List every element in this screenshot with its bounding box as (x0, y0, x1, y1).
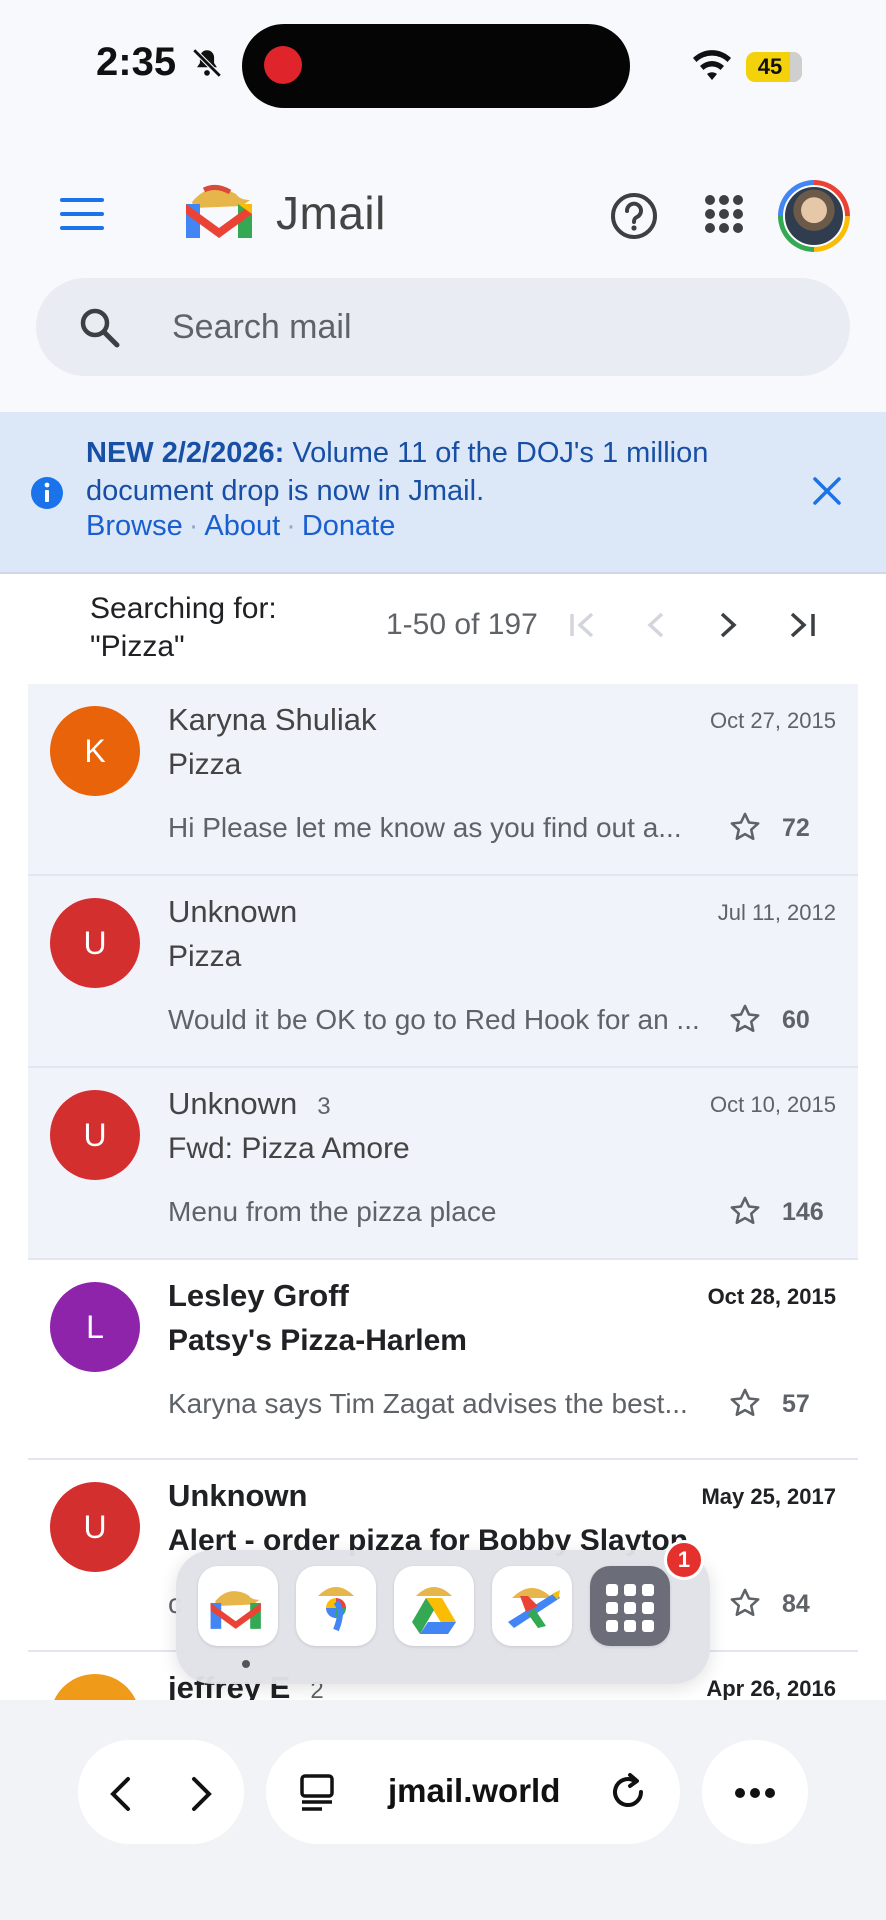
email-number: 60 (782, 1006, 810, 1034)
jflights-app-icon[interactable] (492, 1566, 572, 1646)
google-apps-icon[interactable] (704, 194, 744, 239)
app-grid-icon[interactable] (590, 1566, 670, 1646)
previous-page-icon[interactable] (644, 610, 668, 645)
star-icon[interactable] (728, 810, 762, 849)
banner-message: NEW 2/2/2026: Volume 11 of the DOJ's 1 m… (86, 434, 786, 510)
search-status: Searching for: "Pizza" (90, 590, 277, 666)
sender-avatar: U (50, 898, 140, 988)
sender-name-text: Unknown (168, 1086, 298, 1121)
jphotos-app-icon[interactable] (296, 1566, 376, 1646)
help-icon[interactable] (610, 192, 658, 245)
star-icon[interactable] (728, 1194, 762, 1233)
sender-avatar: K (50, 706, 140, 796)
email-row[interactable]: U Unknown 3 Oct 10, 2015 Fwd: Pizza Amore Men… (28, 1068, 858, 1260)
battery-level: 45 (757, 54, 783, 79)
email-date: Oct 28, 2015 (707, 1284, 836, 1309)
email-date: May 25, 2017 (701, 1484, 836, 1509)
result-range: 1-50 of 197 (386, 608, 538, 641)
app-switcher-dock: 1 (176, 1540, 710, 1684)
more-options-button[interactable] (702, 1740, 808, 1844)
search-icon[interactable] (78, 306, 120, 353)
browser-toolbar: jmail.world (0, 1700, 886, 1920)
star-icon[interactable] (728, 1002, 762, 1041)
status-time: 2:35 (96, 40, 177, 84)
email-row[interactable]: L Lesley Groff Oct 28, 2015 Patsy's Pizza-H… (28, 1260, 858, 1460)
navigation-controls (78, 1740, 244, 1844)
sender-avatar: U (50, 1090, 140, 1180)
email-snippet: Karyna says Tim Zagat advises the best..… (168, 1388, 688, 1419)
bell-muted-icon (190, 46, 224, 85)
banner-date: NEW 2/2/2026: (86, 437, 285, 469)
sender-name: Unknown 3 (168, 1086, 331, 1122)
email-row[interactable]: U Unknown Jul 11, 2012 Pizza Would it be OK … (28, 876, 858, 1068)
sender-name: Karyna Shuliak (168, 702, 397, 738)
app-title: Jmail (276, 187, 386, 239)
forward-icon[interactable] (190, 1776, 214, 1817)
star-icon[interactable] (728, 1586, 762, 1625)
next-page-icon[interactable] (716, 610, 740, 645)
search-input[interactable] (170, 300, 774, 354)
back-icon[interactable] (108, 1776, 132, 1817)
email-number: 72 (782, 814, 810, 842)
wifi-icon (692, 50, 732, 87)
email-subject: Fwd: Pizza Amore (168, 1132, 410, 1165)
sender-avatar: U (50, 1482, 140, 1572)
close-icon[interactable] (812, 476, 842, 511)
sender-name-text: Unknown (168, 1478, 308, 1513)
sender-avatar: L (50, 1282, 140, 1372)
search-bar[interactable] (36, 278, 850, 376)
announcement-banner: NEW 2/2/2026: Volume 11 of the DOJ's 1 m… (0, 412, 886, 574)
reload-icon[interactable] (608, 1772, 648, 1817)
account-avatar[interactable] (778, 180, 850, 252)
sender-name: Unknown (168, 1478, 328, 1514)
search-status-label: Searching for: (90, 592, 277, 625)
email-snippet: Hi Please let me know as you find out a.… (168, 812, 682, 843)
more-icon[interactable] (734, 1786, 776, 1804)
about-link[interactable]: About (204, 510, 280, 542)
address-bar[interactable]: jmail.world (266, 1740, 680, 1844)
info-icon (30, 476, 64, 515)
active-app-indicator (242, 1660, 250, 1668)
donate-link[interactable]: Donate (302, 510, 396, 542)
url-text[interactable]: jmail.world (388, 1772, 560, 1810)
thread-count: 3 (317, 1093, 331, 1120)
email-date: Oct 27, 2015 (710, 708, 836, 733)
email-subject: Pizza (168, 748, 242, 781)
email-row[interactable]: K Karyna Shuliak Oct 27, 2015 Pizza Hi Pleas… (28, 684, 858, 876)
sender-avatar (50, 1674, 140, 1700)
jdrive-app-icon[interactable] (394, 1566, 474, 1646)
sender-name-text: Lesley Groff (168, 1278, 349, 1313)
mail-list-area: Searching for: "Pizza" 1-50 of 197 K Kary… (0, 574, 886, 1700)
email-date: Jul 11, 2012 (717, 900, 836, 925)
sender-name: Lesley Groff (168, 1278, 369, 1314)
search-query: "Pizza" (90, 630, 185, 663)
notification-badge: 1 (664, 1540, 704, 1580)
sender-name: Unknown (168, 894, 317, 930)
email-snippet: Menu from the pizza place (168, 1196, 497, 1227)
email-number: 146 (782, 1198, 824, 1226)
email-date: Oct 10, 2015 (710, 1092, 836, 1117)
email-number: 57 (782, 1390, 810, 1418)
email-snippet: Would it be OK to go to Red Hook for an … (168, 1004, 700, 1035)
sender-name-text: Karyna Shuliak (168, 702, 377, 737)
recording-indicator (264, 46, 302, 84)
star-icon[interactable] (728, 1386, 762, 1425)
email-subject: Patsy's Pizza-Harlem (168, 1324, 467, 1357)
menu-icon[interactable] (60, 198, 104, 235)
sender-name-text: Unknown (168, 894, 298, 929)
first-page-icon[interactable] (568, 610, 600, 645)
email-subject: Pizza (168, 940, 242, 973)
last-page-icon[interactable] (786, 610, 818, 645)
banner-links: Browse · About · Donate (86, 510, 396, 542)
email-number: 84 (782, 1590, 810, 1618)
jmail-logo-icon (180, 176, 264, 245)
battery-indicator: 45 (746, 52, 802, 82)
email-date: Apr 26, 2016 (706, 1676, 836, 1700)
browse-link[interactable]: Browse (86, 510, 183, 542)
jmail-app-icon[interactable] (198, 1566, 278, 1646)
page-menu-icon[interactable] (298, 1772, 338, 1817)
